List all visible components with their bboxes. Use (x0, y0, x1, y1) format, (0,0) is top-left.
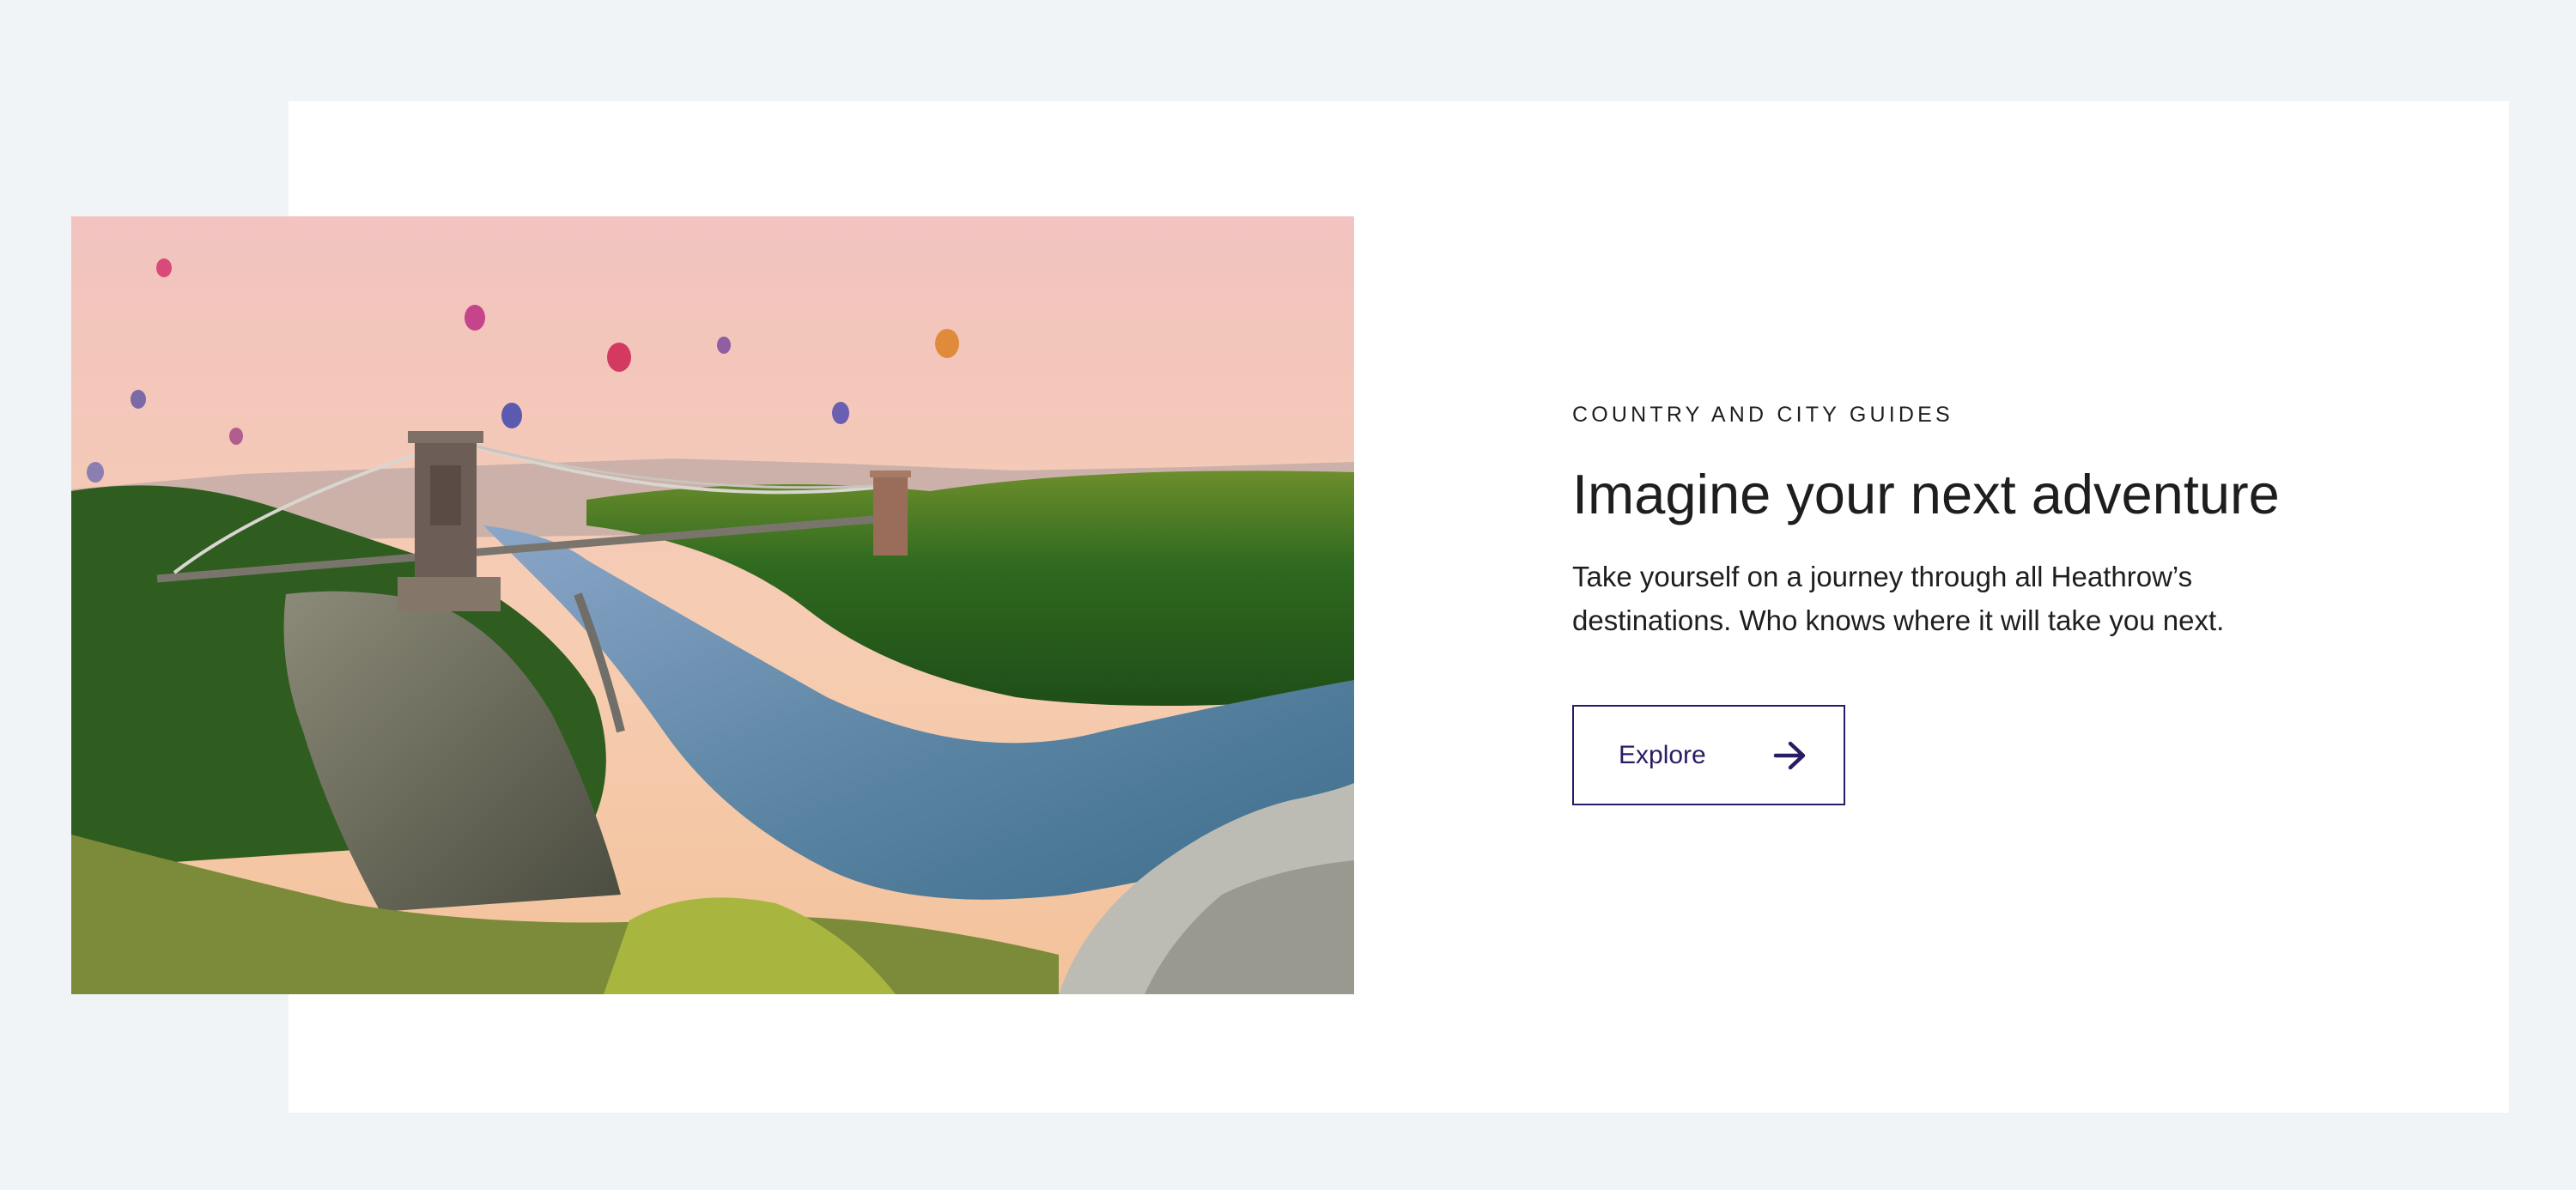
explore-button[interactable]: Explore (1572, 705, 1845, 805)
explore-button-label: Explore (1619, 740, 1706, 769)
section-headline: Imagine your next adventure (1572, 463, 2280, 525)
section-description: Take yourself on a journey through all H… (1572, 561, 2225, 636)
guide-promo-content: COUNTRY AND CITY GUIDES Imagine your nex… (1572, 398, 2345, 805)
arrow-right-icon (1773, 740, 1807, 771)
section-eyebrow: COUNTRY AND CITY GUIDES (1572, 403, 1953, 427)
destination-photo (71, 216, 1354, 994)
